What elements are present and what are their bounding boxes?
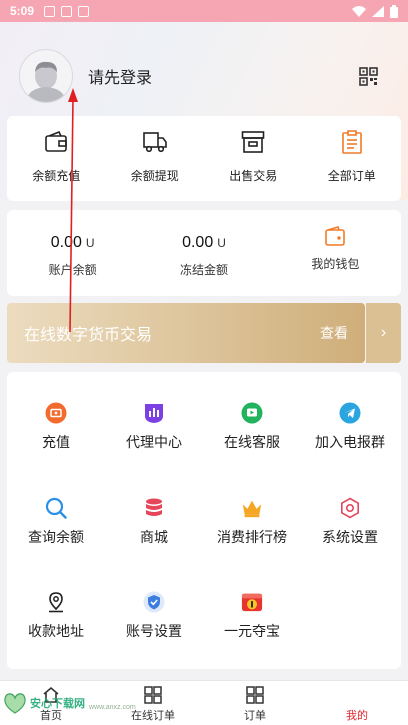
- service-one-yuan-treasure[interactable]: 一元夺宝: [203, 591, 301, 641]
- service-label: 充值: [42, 434, 70, 450]
- notification-icon: [78, 5, 90, 17]
- frozen-amount-value: 0.00: [182, 234, 214, 251]
- truck-icon: [142, 132, 167, 153]
- quick-all-orders-button[interactable]: 全部订单: [303, 116, 402, 201]
- notification-icon: [44, 5, 56, 17]
- bar-chart-icon: [143, 402, 165, 424]
- status-time: 5:09: [10, 4, 35, 18]
- frozen-amount-label: 冻结金额: [179, 263, 228, 277]
- profile-section[interactable]: 请先登录: [19, 49, 152, 103]
- quick-action-label: 出售交易: [229, 169, 278, 183]
- watermark-text: 安心下载网: [30, 698, 85, 710]
- service-label: 消费排行榜: [217, 529, 287, 545]
- services-grid: 充值 代理中心 在线客服 加入电报群 查询余额 商城 消费排行榜 系统设置 收款…: [7, 372, 401, 669]
- my-wallet-button[interactable]: 我的钱包: [270, 210, 401, 296]
- service-account-settings[interactable]: 账号设置: [105, 591, 203, 641]
- currency-unit: U: [217, 236, 226, 250]
- watermark-url: www.anxz.com: [89, 703, 136, 711]
- qr-code-icon[interactable]: [359, 67, 378, 86]
- service-label: 加入电报群: [315, 434, 385, 450]
- recharge-icon: [45, 402, 67, 424]
- quick-sell-button[interactable]: 出售交易: [204, 116, 303, 201]
- notification-icon: [61, 5, 73, 17]
- watermark-logo-icon: [4, 693, 26, 714]
- service-system-settings[interactable]: 系统设置: [301, 497, 399, 547]
- watermark: 安心下载网 www.anxz.com: [2, 690, 136, 716]
- user-icon: [352, 687, 362, 697]
- tab-label: 在线订单: [131, 710, 175, 722]
- service-label: 在线客服: [224, 434, 280, 450]
- database-icon: [143, 497, 165, 519]
- service-agent-center[interactable]: 代理中心: [105, 402, 203, 452]
- chevron-right-icon[interactable]: ›: [366, 303, 401, 363]
- gear-icon: [339, 497, 361, 519]
- wallet-icon: [325, 226, 346, 246]
- service-label: 系统设置: [322, 529, 378, 545]
- search-icon: [45, 497, 67, 519]
- quick-recharge-button[interactable]: 余额充值: [7, 116, 106, 201]
- service-label: 代理中心: [126, 434, 182, 450]
- service-join-telegram[interactable]: 加入电报群: [301, 402, 399, 452]
- frozen-amount[interactable]: 0.00 U 冻结金额: [138, 210, 269, 296]
- tab-orders[interactable]: 订单: [204, 681, 306, 725]
- shield-icon: [143, 591, 165, 613]
- battery-icon: [390, 4, 398, 18]
- tab-label: 我的: [346, 710, 368, 722]
- lottery-icon: [241, 591, 263, 613]
- service-mall[interactable]: 商城: [105, 497, 203, 547]
- service-label: 收款地址: [28, 623, 84, 639]
- tab-label: 订单: [244, 710, 266, 722]
- tab-mine[interactable]: 我的: [306, 681, 408, 725]
- service-online-support[interactable]: 在线客服: [203, 402, 301, 452]
- quick-withdraw-button[interactable]: 余额提现: [106, 116, 205, 201]
- quick-action-label: 全部订单: [327, 169, 376, 183]
- annotation-arrow-icon: [68, 88, 78, 332]
- location-pin-icon: [45, 591, 67, 613]
- currency-unit: U: [85, 236, 95, 250]
- my-wallet-label: 我的钱包: [311, 257, 360, 271]
- service-label: 账号设置: [126, 623, 182, 639]
- grid-icon: [144, 686, 162, 704]
- play-icon: [241, 402, 263, 424]
- service-label: 商城: [140, 529, 168, 545]
- service-payment-address[interactable]: 收款地址: [7, 591, 105, 641]
- status-bar: 5:09: [0, 0, 408, 22]
- clipboard-icon: [341, 130, 362, 154]
- service-recharge[interactable]: 充值: [7, 402, 105, 452]
- banner-view-link[interactable]: 查看: [320, 323, 348, 343]
- archive-box-icon: [241, 131, 265, 153]
- telegram-icon: [339, 402, 361, 424]
- signal-icon: [372, 5, 384, 17]
- banner-title: 在线数字货币交易: [24, 327, 153, 344]
- quick-action-label: 余额提现: [130, 169, 179, 183]
- wifi-icon: [352, 5, 366, 17]
- crown-icon: [241, 497, 263, 519]
- service-label: 一元夺宝: [224, 623, 280, 639]
- service-spending-leaderboard[interactable]: 消费排行榜: [203, 497, 301, 547]
- service-label: 查询余额: [28, 529, 84, 545]
- login-prompt[interactable]: 请先登录: [88, 64, 152, 88]
- grid-icon: [246, 686, 264, 704]
- service-check-balance[interactable]: 查询余额: [7, 497, 105, 547]
